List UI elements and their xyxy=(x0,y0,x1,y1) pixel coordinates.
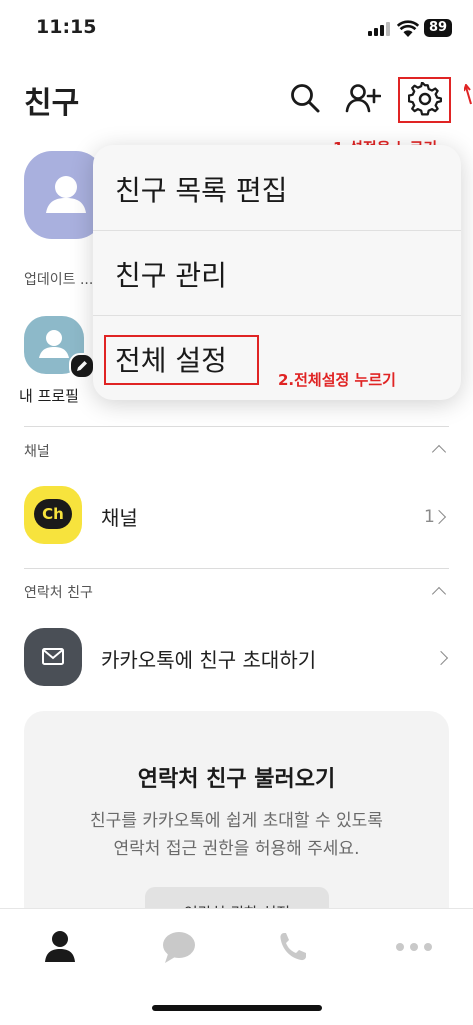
my-profile-label: 내 프로필 xyxy=(19,387,79,405)
updates-section-label: 업데이트 ... xyxy=(24,272,92,288)
invite-friends-label: 카카오톡에 친구 초대하기 xyxy=(101,648,317,672)
channel-logo-text: Ch xyxy=(34,499,72,529)
status-time: 11:15 xyxy=(36,16,97,38)
import-card-desc-line1: 친구를 카카오톡에 쉽게 초대할 수 있도록 xyxy=(90,811,383,831)
import-card-desc-line2: 연락처 접근 권한을 허용해 주세요. xyxy=(113,839,360,859)
bottom-tab-bar xyxy=(0,908,473,1025)
channel-item-label: 채널 xyxy=(101,506,138,530)
annotation-step2: 2.전체설정 누르기 xyxy=(278,371,396,389)
menu-item-label: 친구 관리 xyxy=(115,259,227,292)
menu-item-manage-friends[interactable]: 친구 관리 xyxy=(93,230,461,315)
import-card-title: 연락처 친구 불러오기 xyxy=(137,767,336,792)
battery-indicator: 89 xyxy=(424,19,452,37)
channel-section-label: 채널 xyxy=(24,444,50,460)
menu-item-label: 친구 목록 편집 xyxy=(115,174,288,207)
person-icon xyxy=(45,931,75,962)
more-dots-icon xyxy=(396,943,432,951)
cellular-signal-icon xyxy=(368,22,390,36)
home-indicator xyxy=(152,1005,322,1011)
all-settings-highlight-box xyxy=(104,335,259,385)
arrow-annotation-icon xyxy=(463,82,473,110)
menu-item-edit-friends[interactable]: 친구 목록 편집 xyxy=(93,145,461,230)
edit-pencil-icon[interactable] xyxy=(69,353,95,379)
chat-bubble-icon xyxy=(163,932,195,963)
settings-highlight-box xyxy=(398,77,451,123)
tab-chats[interactable] xyxy=(154,927,204,967)
page-title: 친구 xyxy=(24,86,80,121)
import-contacts-card: 연락처 친구 불러오기 친구를 카카오톡에 쉽게 초대할 수 있도록 연락처 접… xyxy=(24,711,449,941)
collapse-chevron-icon[interactable] xyxy=(431,586,447,602)
collapse-chevron-icon[interactable] xyxy=(431,444,447,460)
section-divider xyxy=(24,568,449,569)
wifi-icon xyxy=(396,20,420,41)
section-divider xyxy=(24,426,449,427)
search-icon[interactable] xyxy=(289,82,321,118)
add-friend-icon[interactable] xyxy=(345,82,382,118)
kakao-channel-icon: Ch xyxy=(24,486,82,544)
profile-avatar-large[interactable] xyxy=(24,151,104,239)
contacts-section-label: 연락처 친구 xyxy=(24,585,93,601)
mail-icon xyxy=(24,628,82,686)
tab-friends[interactable] xyxy=(35,927,85,967)
phone-icon xyxy=(280,933,306,961)
tab-more[interactable] xyxy=(389,927,439,967)
tab-calls[interactable] xyxy=(270,927,320,967)
